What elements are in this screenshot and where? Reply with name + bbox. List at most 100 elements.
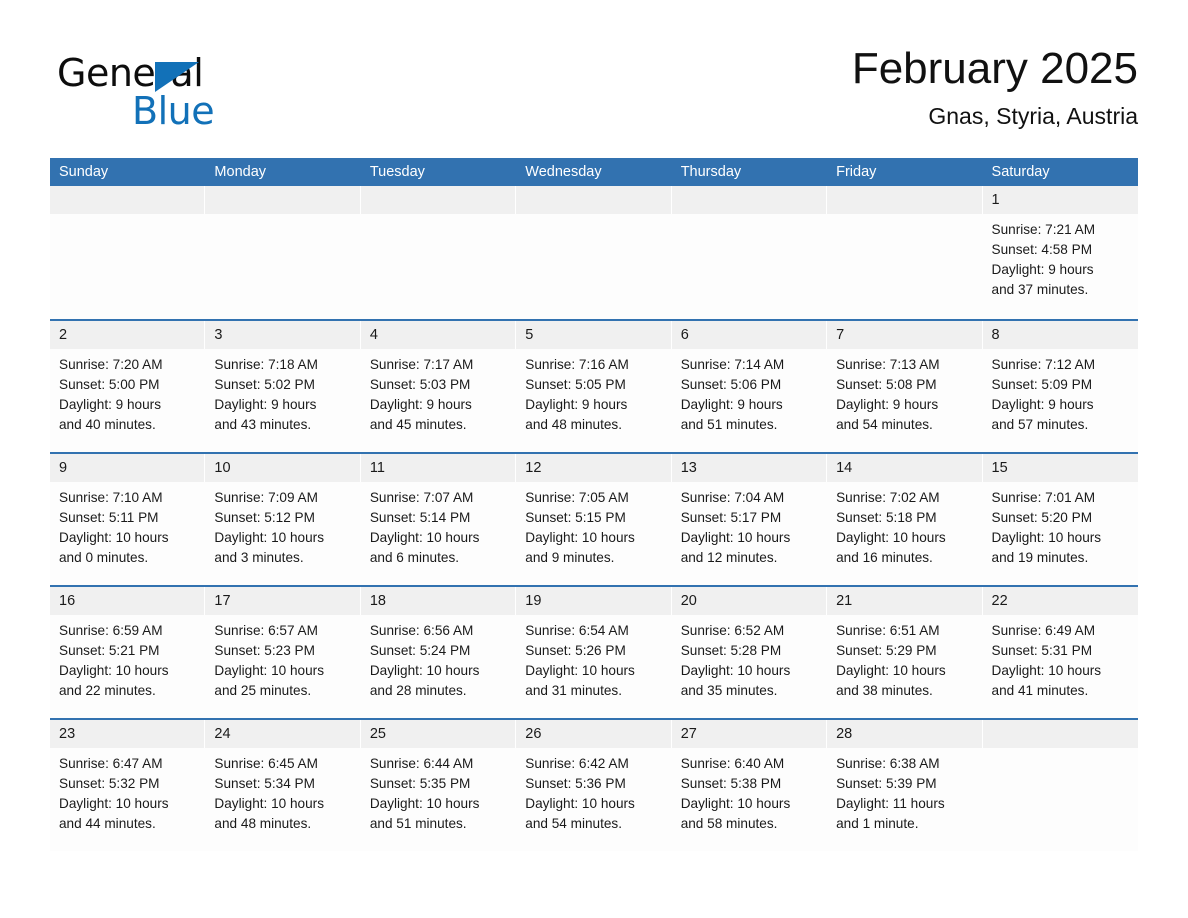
calendar-day-cell[interactable]: 26 Sunrise: 6:42 AM Sunset: 5:36 PM Dayligh… xyxy=(516,720,672,851)
calendar-day-cell[interactable]: 10 Sunrise: 7:09 AM Sunset: 5:12 PM Dayligh… xyxy=(205,454,361,585)
sunset-text: Sunset: 5:12 PM xyxy=(214,510,315,525)
calendar-day-cell[interactable]: 27 Sunrise: 6:40 AM Sunset: 5:38 PM Dayligh… xyxy=(671,720,828,851)
calendar-day-cell[interactable]: 24 Sunrise: 6:45 AM Sunset: 5:34 PM Dayligh… xyxy=(205,720,361,851)
calendar-day-cell[interactable]: 3 Sunrise: 7:18 AM Sunset: 5:02 PM Daylight… xyxy=(205,321,361,452)
calendar-day-cell[interactable]: 5 Sunrise: 7:16 AM Sunset: 5:05 PM Daylight… xyxy=(516,321,672,452)
calendar-day-cell[interactable]: 15 Sunrise: 7:01 AM Sunset: 5:20 PM Dayligh… xyxy=(982,454,1138,585)
sunrise-text: Sunrise: 6:52 AM xyxy=(680,623,785,638)
daylight-text-line1: Daylight: 10 hours xyxy=(59,663,169,678)
daylight-text-line1: Daylight: 10 hours xyxy=(991,663,1102,678)
day-details: Sunrise: 7:18 AM Sunset: 5:02 PM Daylight:… xyxy=(205,349,360,435)
calendar-day-cell[interactable]: 14 Sunrise: 7:02 AM Sunset: 5:18 PM Dayligh… xyxy=(827,454,983,585)
calendar-day-cell[interactable]: 23 Sunrise: 6:47 AM Sunset: 5:32 PM Dayligh… xyxy=(50,720,206,851)
daylight-text-line2: and 16 minutes. xyxy=(836,550,933,565)
day-number: 8 xyxy=(982,321,1138,349)
sunset-text: Sunset: 5:29 PM xyxy=(836,643,937,658)
page-title: February 2025 xyxy=(851,44,1138,93)
daylight-text-line2: and 54 minutes. xyxy=(525,816,622,831)
calendar-day-cell[interactable]: 21 Sunrise: 6:51 AM Sunset: 5:29 PM Dayligh… xyxy=(827,587,983,718)
calendar-day-cell[interactable]: 20 Sunrise: 6:52 AM Sunset: 5:28 PM Dayligh… xyxy=(671,587,828,718)
calendar-day-cell[interactable]: 7 Sunrise: 7:13 AM Sunset: 5:08 PM Daylight… xyxy=(827,321,983,452)
daylight-text-line2: and 48 minutes. xyxy=(525,417,622,432)
calendar-day-cell[interactable]: 22 Sunrise: 6:49 AM Sunset: 5:31 PM Dayligh… xyxy=(982,587,1138,718)
blue-triangle-icon xyxy=(155,62,199,92)
daylight-text-line2: and 19 minutes. xyxy=(991,550,1089,565)
calendar-day-cell[interactable]: 28 Sunrise: 6:38 AM Sunset: 5:39 PM Dayligh… xyxy=(827,720,983,851)
calendar-day-cell[interactable]: 8 Sunrise: 7:12 AM Sunset: 5:09 PM Daylight… xyxy=(982,321,1138,452)
day-number: 25 xyxy=(360,720,517,748)
daylight-text-line2: and 51 minutes. xyxy=(680,417,778,432)
day-number xyxy=(360,186,517,214)
daylight-text-line2: and 40 minutes. xyxy=(59,417,156,432)
day-header-sunday: Sunday xyxy=(59,164,109,180)
sunrise-text: Sunrise: 6:51 AM xyxy=(836,623,940,638)
daylight-text-line1: Daylight: 10 hours xyxy=(991,530,1102,545)
daylight-text-line2: and 0 minutes. xyxy=(59,550,149,565)
day-header-friday: Friday xyxy=(836,164,877,180)
calendar-page: General Blue February 2025 Gnas, Styria,… xyxy=(0,0,1188,918)
daylight-text-line1: Daylight: 9 hours xyxy=(836,397,939,412)
daylight-text-line2: and 25 minutes. xyxy=(214,683,312,698)
day-details: Sunrise: 6:52 AM Sunset: 5:28 PM Daylight:… xyxy=(672,615,827,701)
daylight-text-line1: Daylight: 10 hours xyxy=(214,663,324,678)
sunrise-text: Sunrise: 7:13 AM xyxy=(836,357,940,372)
daylight-text-line2: and 28 minutes. xyxy=(369,683,467,698)
day-number: 9 xyxy=(50,454,206,482)
sunset-text: Sunset: 5:00 PM xyxy=(59,377,160,392)
calendar-day-cell[interactable]: 12 Sunrise: 7:05 AM Sunset: 5:15 PM Dayligh… xyxy=(516,454,672,585)
calendar-day-cell[interactable]: 13 Sunrise: 7:04 AM Sunset: 5:17 PM Dayligh… xyxy=(671,454,828,585)
day-number: 13 xyxy=(671,454,828,482)
daylight-text-line2: and 12 minutes. xyxy=(680,550,778,565)
calendar-day-cell[interactable]: 4 Sunrise: 7:17 AM Sunset: 5:03 PM Daylight… xyxy=(360,321,517,452)
daylight-text-line1: Daylight: 11 hours xyxy=(836,796,945,811)
calendar-day-cell[interactable]: 2 Sunrise: 7:20 AM Sunset: 5:00 PM Daylight… xyxy=(50,321,206,452)
sunset-text: Sunset: 5:03 PM xyxy=(369,377,471,392)
calendar-day-cell[interactable]: 18 Sunrise: 6:56 AM Sunset: 5:24 PM Dayligh… xyxy=(360,587,517,718)
day-number: 18 xyxy=(360,587,517,615)
general-blue-logo: General Blue xyxy=(57,52,357,142)
sunset-text: Sunset: 5:34 PM xyxy=(214,776,315,791)
calendar-day-cell[interactable]: 9 Sunrise: 7:10 AM Sunset: 5:11 PM Daylight… xyxy=(50,454,206,585)
sunrise-text: Sunrise: 6:38 AM xyxy=(836,756,940,771)
sunset-text: Sunset: 5:11 PM xyxy=(59,510,159,525)
calendar-cell-empty xyxy=(827,186,983,319)
daylight-text-line1: Daylight: 10 hours xyxy=(525,663,635,678)
sunset-text: Sunset: 5:21 PM xyxy=(59,643,160,658)
daylight-text-line1: Daylight: 10 hours xyxy=(369,530,480,545)
calendar-day-cell[interactable]: 6 Sunrise: 7:14 AM Sunset: 5:06 PM Daylight… xyxy=(671,321,828,452)
daylight-text-line2: and 38 minutes. xyxy=(836,683,933,698)
day-number: 15 xyxy=(982,454,1138,482)
sunrise-text: Sunrise: 7:07 AM xyxy=(369,490,474,505)
day-details: Sunrise: 6:57 AM Sunset: 5:23 PM Daylight:… xyxy=(205,615,360,701)
daylight-text-line2: and 6 minutes. xyxy=(369,550,460,565)
sunrise-text: Sunrise: 6:44 AM xyxy=(369,756,474,771)
daylight-text-line1: Daylight: 10 hours xyxy=(525,530,635,545)
sunrise-text: Sunrise: 6:47 AM xyxy=(59,756,163,771)
calendar-day-cell[interactable]: 17 Sunrise: 6:57 AM Sunset: 5:23 PM Dayligh… xyxy=(205,587,361,718)
day-details: Sunrise: 6:44 AM Sunset: 5:35 PM Daylight:… xyxy=(361,748,516,834)
daylight-text-line1: Daylight: 10 hours xyxy=(214,530,324,545)
day-number: 2 xyxy=(50,321,206,349)
calendar-week-row: 1 Sunrise: 7:21 AM Sunset: 4:58 PM Daylight… xyxy=(50,186,1138,319)
daylight-text-line1: Daylight: 10 hours xyxy=(369,663,480,678)
calendar-day-cell[interactable]: 16 Sunrise: 6:59 AM Sunset: 5:21 PM Dayligh… xyxy=(50,587,206,718)
calendar-day-cell[interactable]: 11 Sunrise: 7:07 AM Sunset: 5:14 PM Dayligh… xyxy=(360,454,517,585)
day-number: 22 xyxy=(982,587,1138,615)
day-details: Sunrise: 7:13 AM Sunset: 5:08 PM Daylight:… xyxy=(827,349,982,435)
day-number xyxy=(671,186,828,214)
calendar-week-row: 16 Sunrise: 6:59 AM Sunset: 5:21 PM Dayligh… xyxy=(50,585,1138,718)
calendar-day-cell[interactable]: 1 Sunrise: 7:21 AM Sunset: 4:58 PM Daylight… xyxy=(982,186,1138,319)
sunset-text: Sunset: 5:05 PM xyxy=(525,377,626,392)
day-number: 3 xyxy=(205,321,361,349)
calendar-day-cell[interactable]: 25 Sunrise: 6:44 AM Sunset: 5:35 PM Dayligh… xyxy=(360,720,517,851)
daylight-text-line1: Daylight: 9 hours xyxy=(680,397,783,412)
calendar-day-cell[interactable]: 19 Sunrise: 6:54 AM Sunset: 5:26 PM Dayligh… xyxy=(516,587,672,718)
calendar-cell-empty xyxy=(516,186,672,319)
day-number xyxy=(516,186,672,214)
day-number: 1 xyxy=(982,186,1138,214)
day-details: Sunrise: 7:14 AM Sunset: 5:06 PM Daylight:… xyxy=(672,349,827,435)
calendar-week-row: 2 Sunrise: 7:20 AM Sunset: 5:00 PM Daylight… xyxy=(50,319,1138,452)
daylight-text-line2: and 45 minutes. xyxy=(369,417,467,432)
day-number: 17 xyxy=(205,587,361,615)
sunrise-text: Sunrise: 6:56 AM xyxy=(369,623,474,638)
